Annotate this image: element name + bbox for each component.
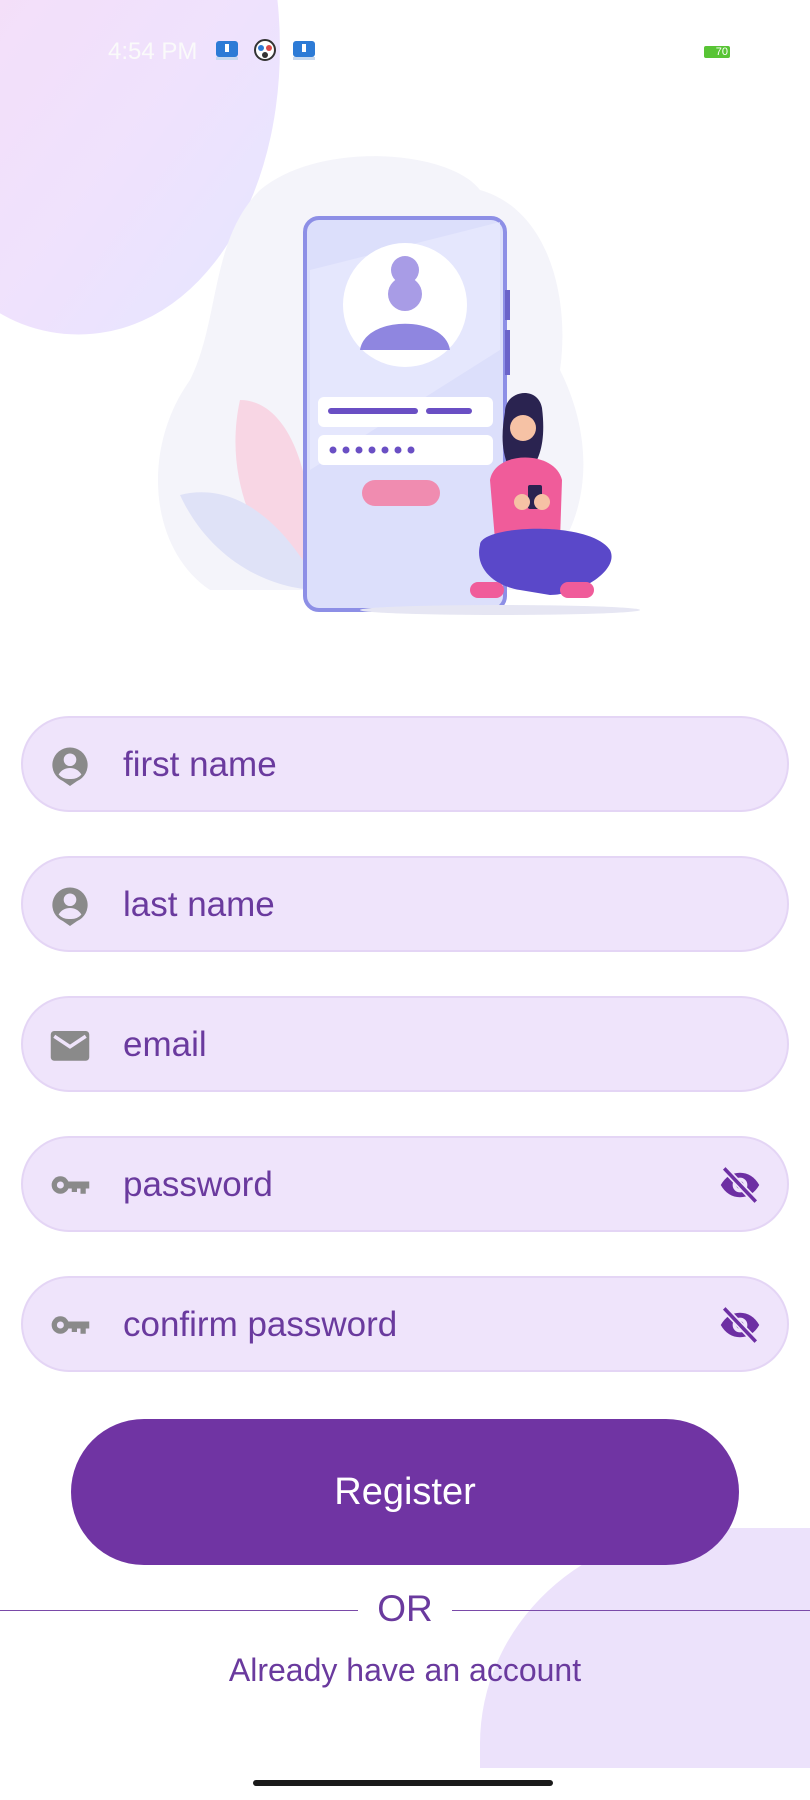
email-field[interactable] xyxy=(21,996,789,1092)
email-input[interactable] xyxy=(121,1018,685,1072)
or-label: OR xyxy=(377,1588,433,1629)
eye-off-icon[interactable] xyxy=(717,1304,763,1346)
home-indicator[interactable] xyxy=(253,1780,553,1786)
usb-debug-icon xyxy=(293,41,315,60)
key-icon xyxy=(51,1316,90,1334)
divider-line-left xyxy=(0,1610,358,1611)
person-icon xyxy=(52,887,88,926)
last-name-field[interactable] xyxy=(21,856,789,952)
usb-debug-icon xyxy=(216,41,238,60)
signup-illustration xyxy=(157,156,640,615)
confirm-password-input[interactable] xyxy=(121,1298,685,1352)
confirm-password-field[interactable] xyxy=(21,1276,789,1372)
register-button[interactable]: Register xyxy=(71,1419,739,1565)
divider-line-right xyxy=(452,1610,810,1611)
password-field[interactable] xyxy=(21,1136,789,1232)
app-notification-icon xyxy=(254,39,276,61)
person-icon xyxy=(52,747,88,786)
status-time: 4:54 PM xyxy=(108,38,198,65)
mail-icon xyxy=(50,1031,90,1061)
key-icon xyxy=(51,1176,90,1194)
last-name-input[interactable] xyxy=(121,878,685,932)
first-name-input[interactable] xyxy=(121,738,685,792)
login-link[interactable]: Already have an account xyxy=(0,1652,810,1689)
battery-icon: 70 xyxy=(704,46,730,58)
password-input[interactable] xyxy=(121,1158,685,1212)
first-name-field[interactable] xyxy=(21,716,789,812)
status-bar: 4:54 PM 70 xyxy=(0,0,810,100)
eye-off-icon[interactable] xyxy=(717,1164,763,1206)
